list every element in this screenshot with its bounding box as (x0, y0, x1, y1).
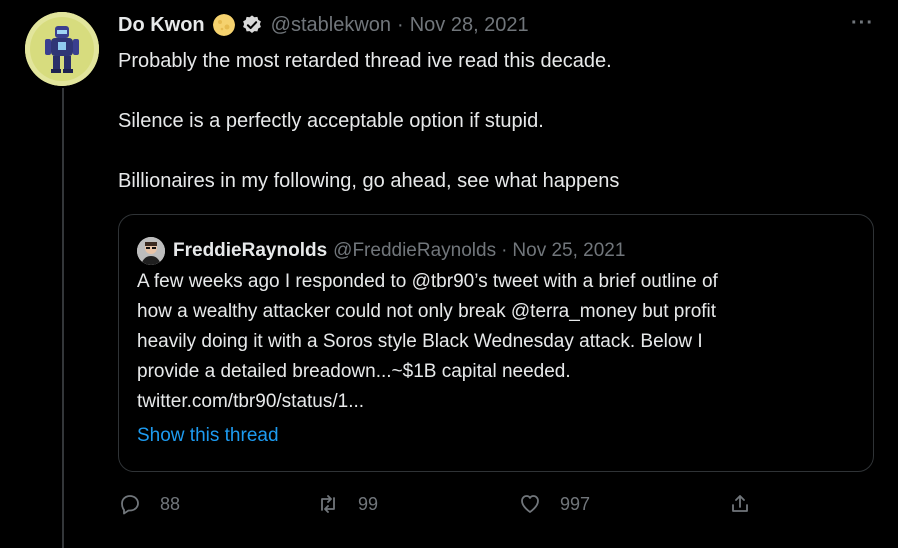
like-button[interactable]: 997 (518, 492, 590, 516)
tweet-body: Probably the most retarded thread ive re… (118, 46, 858, 196)
author-name[interactable]: Do Kwon (118, 14, 205, 37)
tweet-line: Probably the most retarded thread ive re… (118, 50, 612, 72)
tweet-line: Silence is a perfectly acceptable option… (118, 110, 544, 132)
thread-connector-line (62, 88, 64, 548)
author-handle[interactable]: @stablekwon (271, 14, 391, 37)
quoted-author-avatar (137, 237, 165, 265)
reply-count: 88 (160, 493, 181, 514)
quoted-author-handle: @FreddieRaynolds (333, 240, 497, 261)
share-button[interactable] (728, 492, 770, 516)
quoted-tweet-date: Nov 25, 2021 (512, 240, 626, 261)
quoted-line: provide a detailed breadown...~$1B capit… (137, 361, 571, 382)
heart-icon (521, 495, 539, 513)
quoted-line: how a wealthy attacker could not only br… (137, 301, 717, 322)
quoted-tweet-body: A few weeks ago I responded to @tbr90’s … (137, 267, 847, 417)
tweet-line: Billionaires in my following, go ahead, … (118, 170, 620, 192)
quoted-line: A few weeks ago I responded to @tbr90’s … (137, 271, 718, 292)
separator-dot: · (397, 13, 404, 36)
quoted-line: heavily doing it with a Soros style Blac… (137, 331, 703, 352)
moon-emoji-icon (212, 14, 235, 36)
show-this-thread-link[interactable]: Show this thread (137, 425, 279, 447)
quoted-tweet-card[interactable]: FreddieRaynolds @FreddieRaynolds · Nov 2… (118, 214, 874, 472)
author-avatar[interactable] (25, 12, 99, 86)
reply-icon (121, 495, 139, 515)
share-icon (732, 495, 748, 512)
more-options-icon[interactable]: ··· (851, 12, 874, 35)
quoted-author-name: FreddieRaynolds (173, 240, 328, 261)
like-count: 997 (560, 493, 591, 514)
separator-dot: · (501, 240, 508, 261)
retweet-count: 99 (358, 493, 379, 514)
verified-badge-icon (242, 15, 261, 33)
reply-button[interactable]: 88 (118, 492, 180, 516)
quoted-tweet-header: FreddieRaynolds @FreddieRaynolds · Nov 2… (137, 237, 625, 265)
tweet-actions-bar: 88 99 997 (118, 492, 858, 524)
retweet-button[interactable]: 99 (316, 492, 378, 516)
tweet-date[interactable]: Nov 28, 2021 (410, 14, 529, 37)
quoted-link: twitter.com/tbr90/status/1... (137, 391, 365, 412)
retweet-icon (321, 495, 335, 513)
tweet-header: Do Kwon @stablekwon · Nov 28, 2021 (118, 10, 529, 40)
